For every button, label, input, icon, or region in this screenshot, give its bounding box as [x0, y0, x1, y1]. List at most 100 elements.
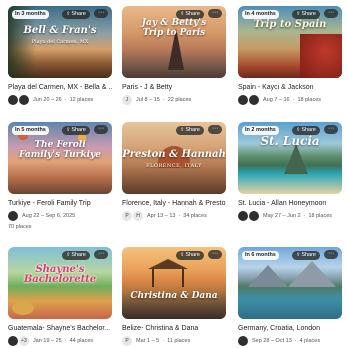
more-options-icon[interactable]: ⋯ — [94, 9, 108, 18]
trip-card[interactable]: In 2 months ⇪Share ⋯ St. Lucia St. Lucia… — [238, 122, 342, 221]
places-count: 34 places — [183, 213, 207, 219]
trip-name[interactable]: Florence, Italy - Hannah & Preston — [122, 199, 226, 208]
hut-post — [152, 269, 154, 287]
share-icon: ⇪ — [296, 127, 301, 133]
cover-title: Bell & Fran's — [23, 25, 97, 36]
cover-title: The Feroli Family's Turkiye — [18, 140, 102, 160]
trip-card[interactable]: ⇪Share ⋯ Jay & Betty's Trip to Paris Par… — [122, 6, 226, 105]
trip-cover-image[interactable]: In 4 months ⇪Share ⋯ Trip to Spain — [238, 6, 342, 78]
share-icon: ⇪ — [66, 127, 71, 133]
trip-card[interactable]: In 6 months ⇪Share ⋯ Germany, Croatia, L… — [238, 247, 342, 346]
cover-title: Preston & Hannah — [122, 149, 226, 160]
cover-title: Jay & Betty's Trip to Paris — [141, 18, 207, 38]
trip-meta: P Mar 1 – 5 · 11 places — [122, 336, 226, 346]
more-options-icon[interactable]: ⋯ — [208, 250, 222, 259]
trip-meta: +3 Jan 19 – 25 · 44 places — [8, 336, 112, 346]
trip-dates: Jan 19 – 25 — [33, 338, 62, 344]
trip-card[interactable]: ⇪Share ⋯ Preston & Hannah FLORENCE, ITAL… — [122, 122, 226, 221]
trip-name[interactable]: Spain - Kayci & Jackson — [238, 83, 342, 92]
share-button[interactable]: ⇪Share — [62, 126, 90, 135]
trip-meta: Sep 28 – Oct 13 · 4 places — [238, 336, 342, 346]
trip-meta: P H Apr 13 – 13 · 34 places — [122, 211, 226, 221]
trip-card[interactable]: In 5 months ⇪Share ⋯ The Feroli Family's… — [8, 122, 112, 231]
more-options-icon[interactable]: ⋯ — [324, 125, 338, 134]
trip-name[interactable]: St. Lucia - Allan Honeymoon — [238, 199, 342, 208]
share-icon: ⇪ — [296, 11, 301, 17]
avatar — [249, 211, 259, 221]
mountain-shape — [248, 265, 288, 287]
trip-cover-image[interactable]: In 6 months ⇪Share ⋯ — [238, 247, 342, 319]
avatar — [238, 95, 248, 105]
avatar: J — [122, 95, 132, 105]
share-button[interactable]: ⇪Share — [176, 126, 204, 135]
trip-name[interactable]: Turkiye - Feroli Family Trip — [8, 199, 112, 208]
trip-dates: Aug 22 – Sep 6, 2025 — [22, 213, 76, 219]
cover-title: Trip to Spain — [253, 19, 327, 30]
trip-dates: Aug 7 – 16 — [263, 97, 290, 103]
hut-roof-shape — [148, 259, 188, 269]
trip-name[interactable]: Germany, Croatia, London — [238, 324, 342, 333]
more-options-icon[interactable]: ⋯ — [324, 250, 338, 259]
trip-dates: Sep 28 – Oct 13 — [252, 338, 292, 344]
trip-name[interactable]: Belize- Christina & Dana — [122, 324, 226, 333]
separator-dot: · — [303, 213, 306, 219]
separator-dot: · — [292, 97, 295, 103]
status-badge: In 6 months — [242, 251, 279, 260]
more-options-icon[interactable]: ⋯ — [94, 125, 108, 134]
places-count: 18 places — [297, 97, 321, 103]
more-options-icon[interactable]: ⋯ — [324, 9, 338, 18]
trip-card[interactable]: In 3 months ⇪Share ⋯ Bell & Fran's Playa… — [8, 6, 112, 105]
mountain-shape — [288, 261, 336, 287]
share-button[interactable]: ⇪Share — [292, 10, 320, 19]
avatar — [8, 211, 18, 221]
status-badge: In 4 months — [242, 10, 279, 19]
places-count: 11 places — [167, 338, 191, 344]
trip-dates: May 27 – Jun 2 — [263, 213, 301, 219]
cover-title: Christina & Dana — [130, 291, 218, 301]
places-count: 70 places — [8, 224, 32, 230]
places-count: 4 places — [299, 338, 321, 344]
trip-dates: Jun 20 – 26 — [33, 97, 62, 103]
avatar: P — [122, 211, 132, 221]
trip-card[interactable]: In 4 months ⇪Share ⋯ Trip to Spain Spain… — [238, 6, 342, 105]
places-count: 18 places — [308, 213, 332, 219]
separator-dot: · — [162, 338, 165, 344]
share-button[interactable]: ⇪Share — [292, 251, 320, 260]
share-button[interactable]: ⇪Share — [62, 10, 90, 19]
trip-dates: Apr 13 – 13 — [147, 213, 176, 219]
trip-name[interactable]: Guatemala- Shayne's Bachelor... — [8, 324, 112, 333]
hut-post — [182, 269, 184, 287]
hat-shape — [12, 301, 34, 315]
share-icon: ⇪ — [296, 252, 301, 258]
trip-cover-image[interactable]: In 2 months ⇪Share ⋯ St. Lucia — [238, 122, 342, 194]
trip-cover-image[interactable]: In 5 months ⇪Share ⋯ The Feroli Family's… — [8, 122, 112, 194]
more-options-icon[interactable]: ⋯ — [94, 250, 108, 259]
avatar — [8, 95, 18, 105]
places-count: 12 places — [69, 97, 94, 103]
share-icon: ⇪ — [66, 252, 71, 258]
status-badge: In 3 months — [12, 10, 49, 19]
trip-name[interactable]: Playa del Carmen, MX - Bella & ... — [8, 83, 112, 92]
trip-dates: Jul 8 – 15 — [136, 97, 160, 103]
share-icon: ⇪ — [66, 11, 71, 17]
trip-cover-image[interactable]: ⇪Share ⋯ Jay & Betty's Trip to Paris — [122, 6, 226, 78]
separator-dot: · — [64, 338, 67, 344]
avatar — [238, 211, 248, 221]
trip-card[interactable]: ⇪Share ⋯ Christina & Dana Belize- Christ… — [122, 247, 226, 346]
flamenco-dress-shape — [300, 34, 342, 78]
trip-meta: May 27 – Jun 2 · 18 places — [238, 211, 342, 221]
trip-cover-image[interactable]: ⇪Share ⋯ Christina & Dana — [122, 247, 226, 319]
share-button[interactable]: ⇪Share — [62, 251, 90, 260]
trip-meta: Aug 22 – Sep 6, 2025 — [8, 211, 112, 221]
avatar — [8, 336, 18, 346]
trip-cover-image[interactable]: ⇪Share ⋯ Shayne's Bachelorette — [8, 247, 112, 319]
trip-name[interactable]: Paris - J & Betty — [122, 83, 226, 92]
more-options-icon[interactable]: ⋯ — [208, 125, 222, 134]
trip-cover-image[interactable]: In 3 months ⇪Share ⋯ Bell & Fran's Playa… — [8, 6, 112, 78]
trip-card[interactable]: ⇪Share ⋯ Shayne's Bachelorette Guatemala… — [8, 247, 112, 346]
trip-cover-image[interactable]: ⇪Share ⋯ Preston & Hannah FLORENCE, ITAL… — [122, 122, 226, 194]
share-button[interactable]: ⇪Share — [176, 251, 204, 260]
more-options-icon[interactable]: ⋯ — [208, 9, 222, 18]
trip-meta: J Jul 8 – 15 · 22 places — [122, 95, 226, 105]
places-count: 22 places — [167, 97, 192, 103]
